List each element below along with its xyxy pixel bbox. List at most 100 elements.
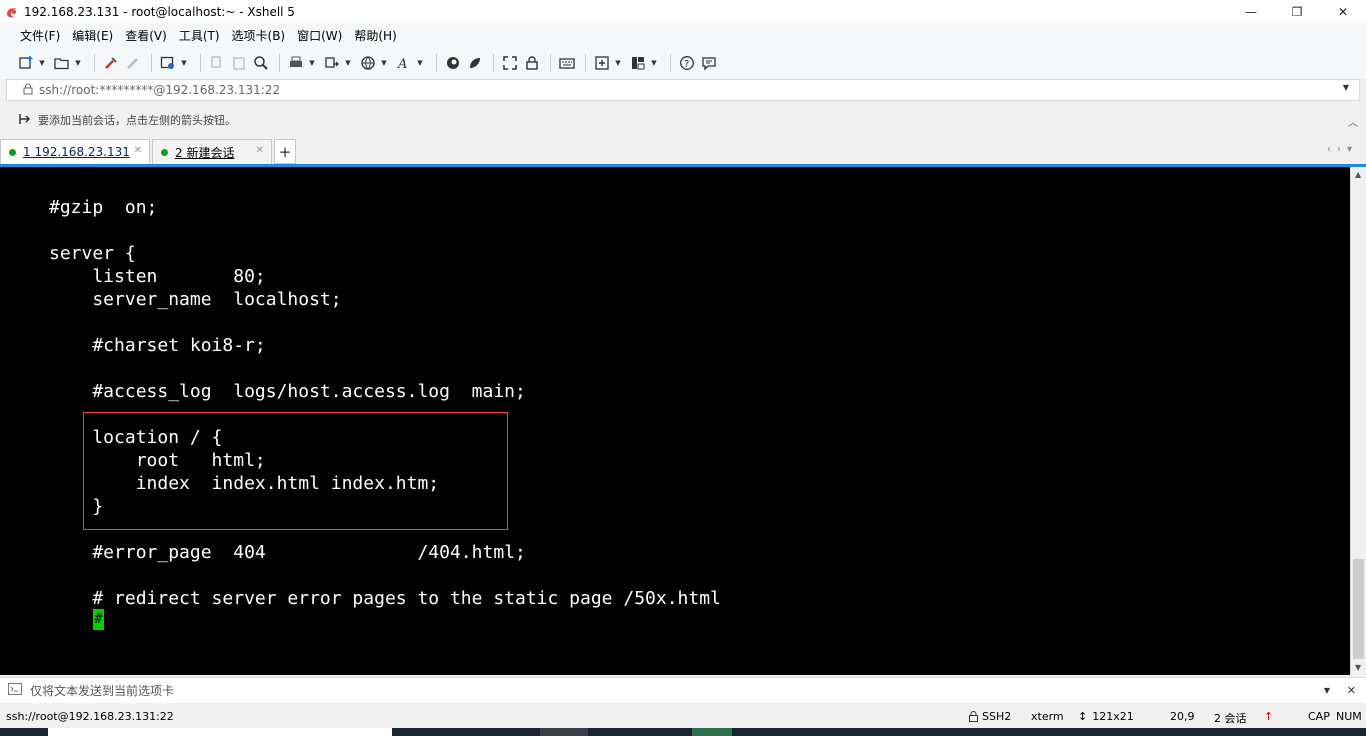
resize-icon: ↕ [1078,710,1088,723]
connect-icon[interactable] [101,53,121,73]
terminal-line: server_name localhost; [49,289,342,310]
tab-bar: 1 192.168.23.131 ✕ 2 新建会话 ✕ + ‹›▾ [0,139,1366,164]
protocol-label: SSH2 [982,710,1012,723]
os-taskbar [0,728,1366,736]
address-dropdown-icon[interactable]: ▼ [1343,83,1349,92]
terminal-line: #access_log logs/host.access.log main; [49,381,526,402]
toolbar-separator [151,54,152,72]
title-bar: 192.168.23.131 - root@localhost:~ - Xshe… [0,0,1366,23]
svg-text:?: ? [684,59,689,70]
connected-status-icon [161,148,168,156]
taskbar-segment [692,728,732,736]
transfer-icon[interactable] [322,53,342,73]
encoding-dropdown-icon[interactable]: ▼ [380,53,388,73]
layout-icon[interactable] [628,53,648,73]
status-sessions: 2 会话 [1214,712,1247,725]
compose-dropdown-icon[interactable]: ▼ [1324,686,1330,695]
add-session-arrow-icon[interactable] [18,112,32,129]
help-icon[interactable]: ? [677,53,697,73]
print-dropdown-icon[interactable]: ▼ [308,53,316,73]
terminal-cursor: # [93,609,104,630]
tab-session-2[interactable]: 2 新建会话 ✕ [152,139,272,164]
chat-icon[interactable] [699,53,719,73]
address-input[interactable]: ssh://root:*********@192.168.23.131:22 [39,83,280,97]
menu-tabs[interactable]: 选项卡(B) [226,27,292,44]
print-icon[interactable] [286,53,306,73]
size-label: 121x21 [1092,710,1134,723]
menu-edit[interactable]: 编辑(E) [66,27,119,44]
add-tab-button[interactable]: + [274,139,296,164]
terminal-scrollbar[interactable]: ▲ ▼ [1350,167,1366,675]
hint-text: 要添加当前会话，点击左侧的箭头按钮。 [38,114,236,127]
font-dropdown-icon[interactable]: ▼ [416,53,424,73]
tab-close-icon[interactable]: ✕ [134,145,142,156]
compose-target-label[interactable]: 仅将文本发送到当前选项卡 [30,682,174,699]
menu-view[interactable]: 查看(V) [119,27,173,44]
maximize-button[interactable]: ❐ [1274,0,1320,23]
lock-icon [969,711,978,722]
menu-bar: 文件(F) 编辑(E) 查看(V) 工具(T) 选项卡(B) 窗口(W) 帮助(… [0,23,1366,47]
menu-help[interactable]: 帮助(H) [348,27,402,44]
properties-icon[interactable] [158,53,178,73]
terminal-line: #gzip on; [49,197,158,218]
taskbar-segment [540,728,588,736]
address-bar[interactable]: ssh://root:*********@192.168.23.131:22 ▼ [6,79,1360,101]
lock-icon [23,83,33,98]
open-folder-icon[interactable] [52,53,72,73]
xshell-logo-icon [5,5,19,19]
svg-text:A: A [397,57,407,71]
status-protocol: SSH2 [969,710,1011,723]
transfer-dropdown-icon[interactable]: ▼ [344,53,352,73]
new-session-icon[interactable] [16,53,36,73]
find-icon[interactable] [251,53,271,73]
menu-window[interactable]: 窗口(W) [291,27,348,44]
compose-icon [8,683,22,698]
lock-icon[interactable] [522,53,542,73]
keyboard-icon[interactable] [557,53,577,73]
connected-status-icon [9,148,16,156]
toolbar-separator [585,54,586,72]
terminal-area[interactable]: #gzip on; server { listen 80; server_nam… [0,167,1350,675]
minimize-button[interactable]: — [1228,0,1274,23]
xftp-icon[interactable] [443,53,463,73]
font-icon[interactable]: A [394,53,414,73]
tab-session-1[interactable]: 1 192.168.23.131 ✕ [0,139,150,164]
tab-label: 2 新建会话 [175,145,235,160]
toolbar-separator [670,54,671,72]
window-title: 192.168.23.131 - root@localhost:~ - Xshe… [24,4,295,19]
scroll-up-icon[interactable]: ▲ [1355,170,1361,179]
toolbar-separator [94,54,95,72]
menu-tools[interactable]: 工具(T) [173,27,226,44]
compose-close-icon[interactable]: ✕ [1347,684,1356,697]
globe-icon[interactable] [358,53,378,73]
terminal-line: # redirect server error pages to the sta… [49,588,721,609]
new-tab-icon[interactable] [592,53,612,73]
properties-dropdown-icon[interactable]: ▼ [180,53,188,73]
status-connection: ssh://root@192.168.23.131:22 [6,710,174,723]
status-bar: ssh://root@192.168.23.131:22 SSH2 xterm … [0,705,1366,728]
compose-bar[interactable]: 仅将文本发送到当前选项卡 ▼ ✕ [0,677,1366,703]
tab-close-icon[interactable]: ✕ [256,145,264,156]
layout-dropdown-icon[interactable]: ▼ [650,53,658,73]
new-tab-dropdown-icon[interactable]: ▼ [614,53,622,73]
toolbar-separator [436,54,437,72]
upload-arrow-icon: ↑ [1264,710,1274,723]
chevron-up-icon[interactable]: ︿ [1348,114,1358,129]
status-caps: CAP [1308,710,1330,723]
xmanager-icon[interactable] [465,53,485,73]
scrollbar-thumb[interactable] [1353,559,1364,659]
close-button[interactable]: ✕ [1320,0,1366,23]
menu-file[interactable]: 文件(F) [14,27,66,44]
paste-icon [229,53,249,73]
new-session-dropdown-icon[interactable]: ▼ [38,53,46,73]
toolbar-separator [493,54,494,72]
status-num: NUM [1336,710,1362,723]
disconnect-icon [123,53,143,73]
status-upload: ↑ [1264,710,1273,723]
scroll-down-icon[interactable]: ▼ [1355,663,1361,672]
terminal-line: listen 80; [49,266,266,287]
fullscreen-icon[interactable] [500,53,520,73]
status-size: ↕ 121x21 [1078,710,1134,723]
open-dropdown-icon[interactable]: ▼ [74,53,82,73]
tab-scroll-arrows-icon[interactable]: ‹›▾ [1327,144,1358,155]
